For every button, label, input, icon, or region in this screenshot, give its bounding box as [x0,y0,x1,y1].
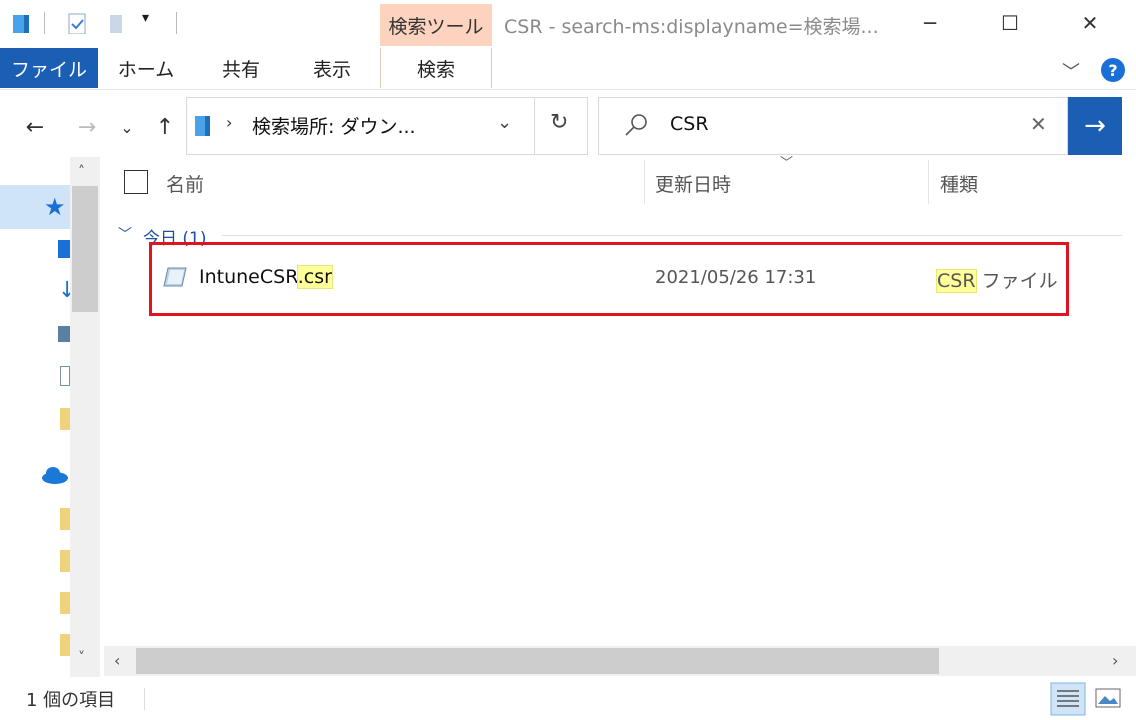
pictures-icon[interactable] [58,326,70,342]
column-header-type[interactable]: 種類 [940,170,978,197]
folder-icon[interactable] [60,592,70,614]
recent-locations-icon[interactable]: ⌄ [112,110,142,144]
up-arrow-icon[interactable]: ↑ [150,110,180,144]
scroll-down-icon[interactable]: ˅ [78,650,85,666]
details-view-icon[interactable] [1050,682,1086,716]
tab-share[interactable]: 共有 [206,48,276,88]
onedrive-icon[interactable] [40,464,70,486]
item-count: 1 個の項目 [26,690,116,711]
address-path[interactable]: 検索場所: ダウン... [252,112,416,139]
clear-search-icon[interactable]: ✕ [1030,112,1047,136]
search-tools-context-label: 検索ツール [380,4,492,46]
column-divider[interactable] [644,160,645,204]
tab-view[interactable]: 表示 [296,48,368,88]
qa-divider [44,12,45,34]
tab-home[interactable]: ホーム [110,48,182,88]
large-icons-view-icon[interactable] [1094,686,1122,712]
column-divider[interactable] [928,160,929,204]
folder-icon[interactable] [60,634,70,656]
tab-file[interactable]: ファイル [0,48,98,88]
folder-icon[interactable] [60,550,70,572]
ribbon-expand-icon[interactable]: ﹀ [1062,58,1080,84]
search-box[interactable] [598,97,1068,155]
search-go-button[interactable]: → [1068,97,1122,155]
scroll-left-icon[interactable]: ‹ [114,651,120,670]
explorer-app-icon[interactable] [10,12,34,34]
help-icon[interactable]: ? [1101,58,1125,82]
maximize-button[interactable]: ☐ [982,0,1038,46]
folder-icon[interactable] [60,508,70,530]
sort-indicator-icon: ﹀ [780,156,794,171]
forward-arrow-icon[interactable]: → [72,110,102,144]
column-header-name[interactable]: 名前 [166,170,204,197]
status-bar [0,680,1136,720]
desktop-icon[interactable] [58,240,70,258]
search-location-icon [195,116,210,136]
status-divider [144,688,145,710]
tab-search[interactable]: 検索 [380,48,492,88]
breadcrumb-chevron-icon[interactable]: › [226,113,232,132]
minimize-button[interactable]: ─ [902,0,958,46]
column-header-date[interactable]: 更新日時 [655,170,731,197]
window-title: CSR - search-ms:displayname=検索場... [504,16,879,38]
group-divider [222,235,1122,236]
scroll-up-icon[interactable]: ˄ [78,164,85,180]
annotation-highlight-box [149,242,1069,316]
select-all-checkbox[interactable] [124,170,148,194]
address-dropdown-icon[interactable]: ⌄ [497,112,512,133]
new-folder-icon[interactable] [106,12,126,34]
nav-scrollbar-thumb[interactable] [72,186,98,312]
qa-customize-icon[interactable]: ▾ [142,10,149,26]
properties-icon[interactable] [66,12,90,34]
group-collapse-icon[interactable]: ﹀ [118,224,132,244]
scroll-right-icon[interactable]: › [1112,651,1118,670]
back-arrow-icon[interactable]: ← [20,110,50,144]
folder-icon[interactable] [60,408,70,430]
documents-icon[interactable] [60,366,70,386]
star-icon: ★ [44,193,66,221]
refresh-icon[interactable]: ↻ [550,110,568,135]
horizontal-scrollbar-thumb[interactable] [136,648,939,674]
qa-divider [176,12,177,34]
search-icon [625,114,647,136]
address-divider [534,97,535,155]
search-input[interactable]: CSR [670,113,709,135]
close-button[interactable]: ✕ [1062,0,1118,46]
